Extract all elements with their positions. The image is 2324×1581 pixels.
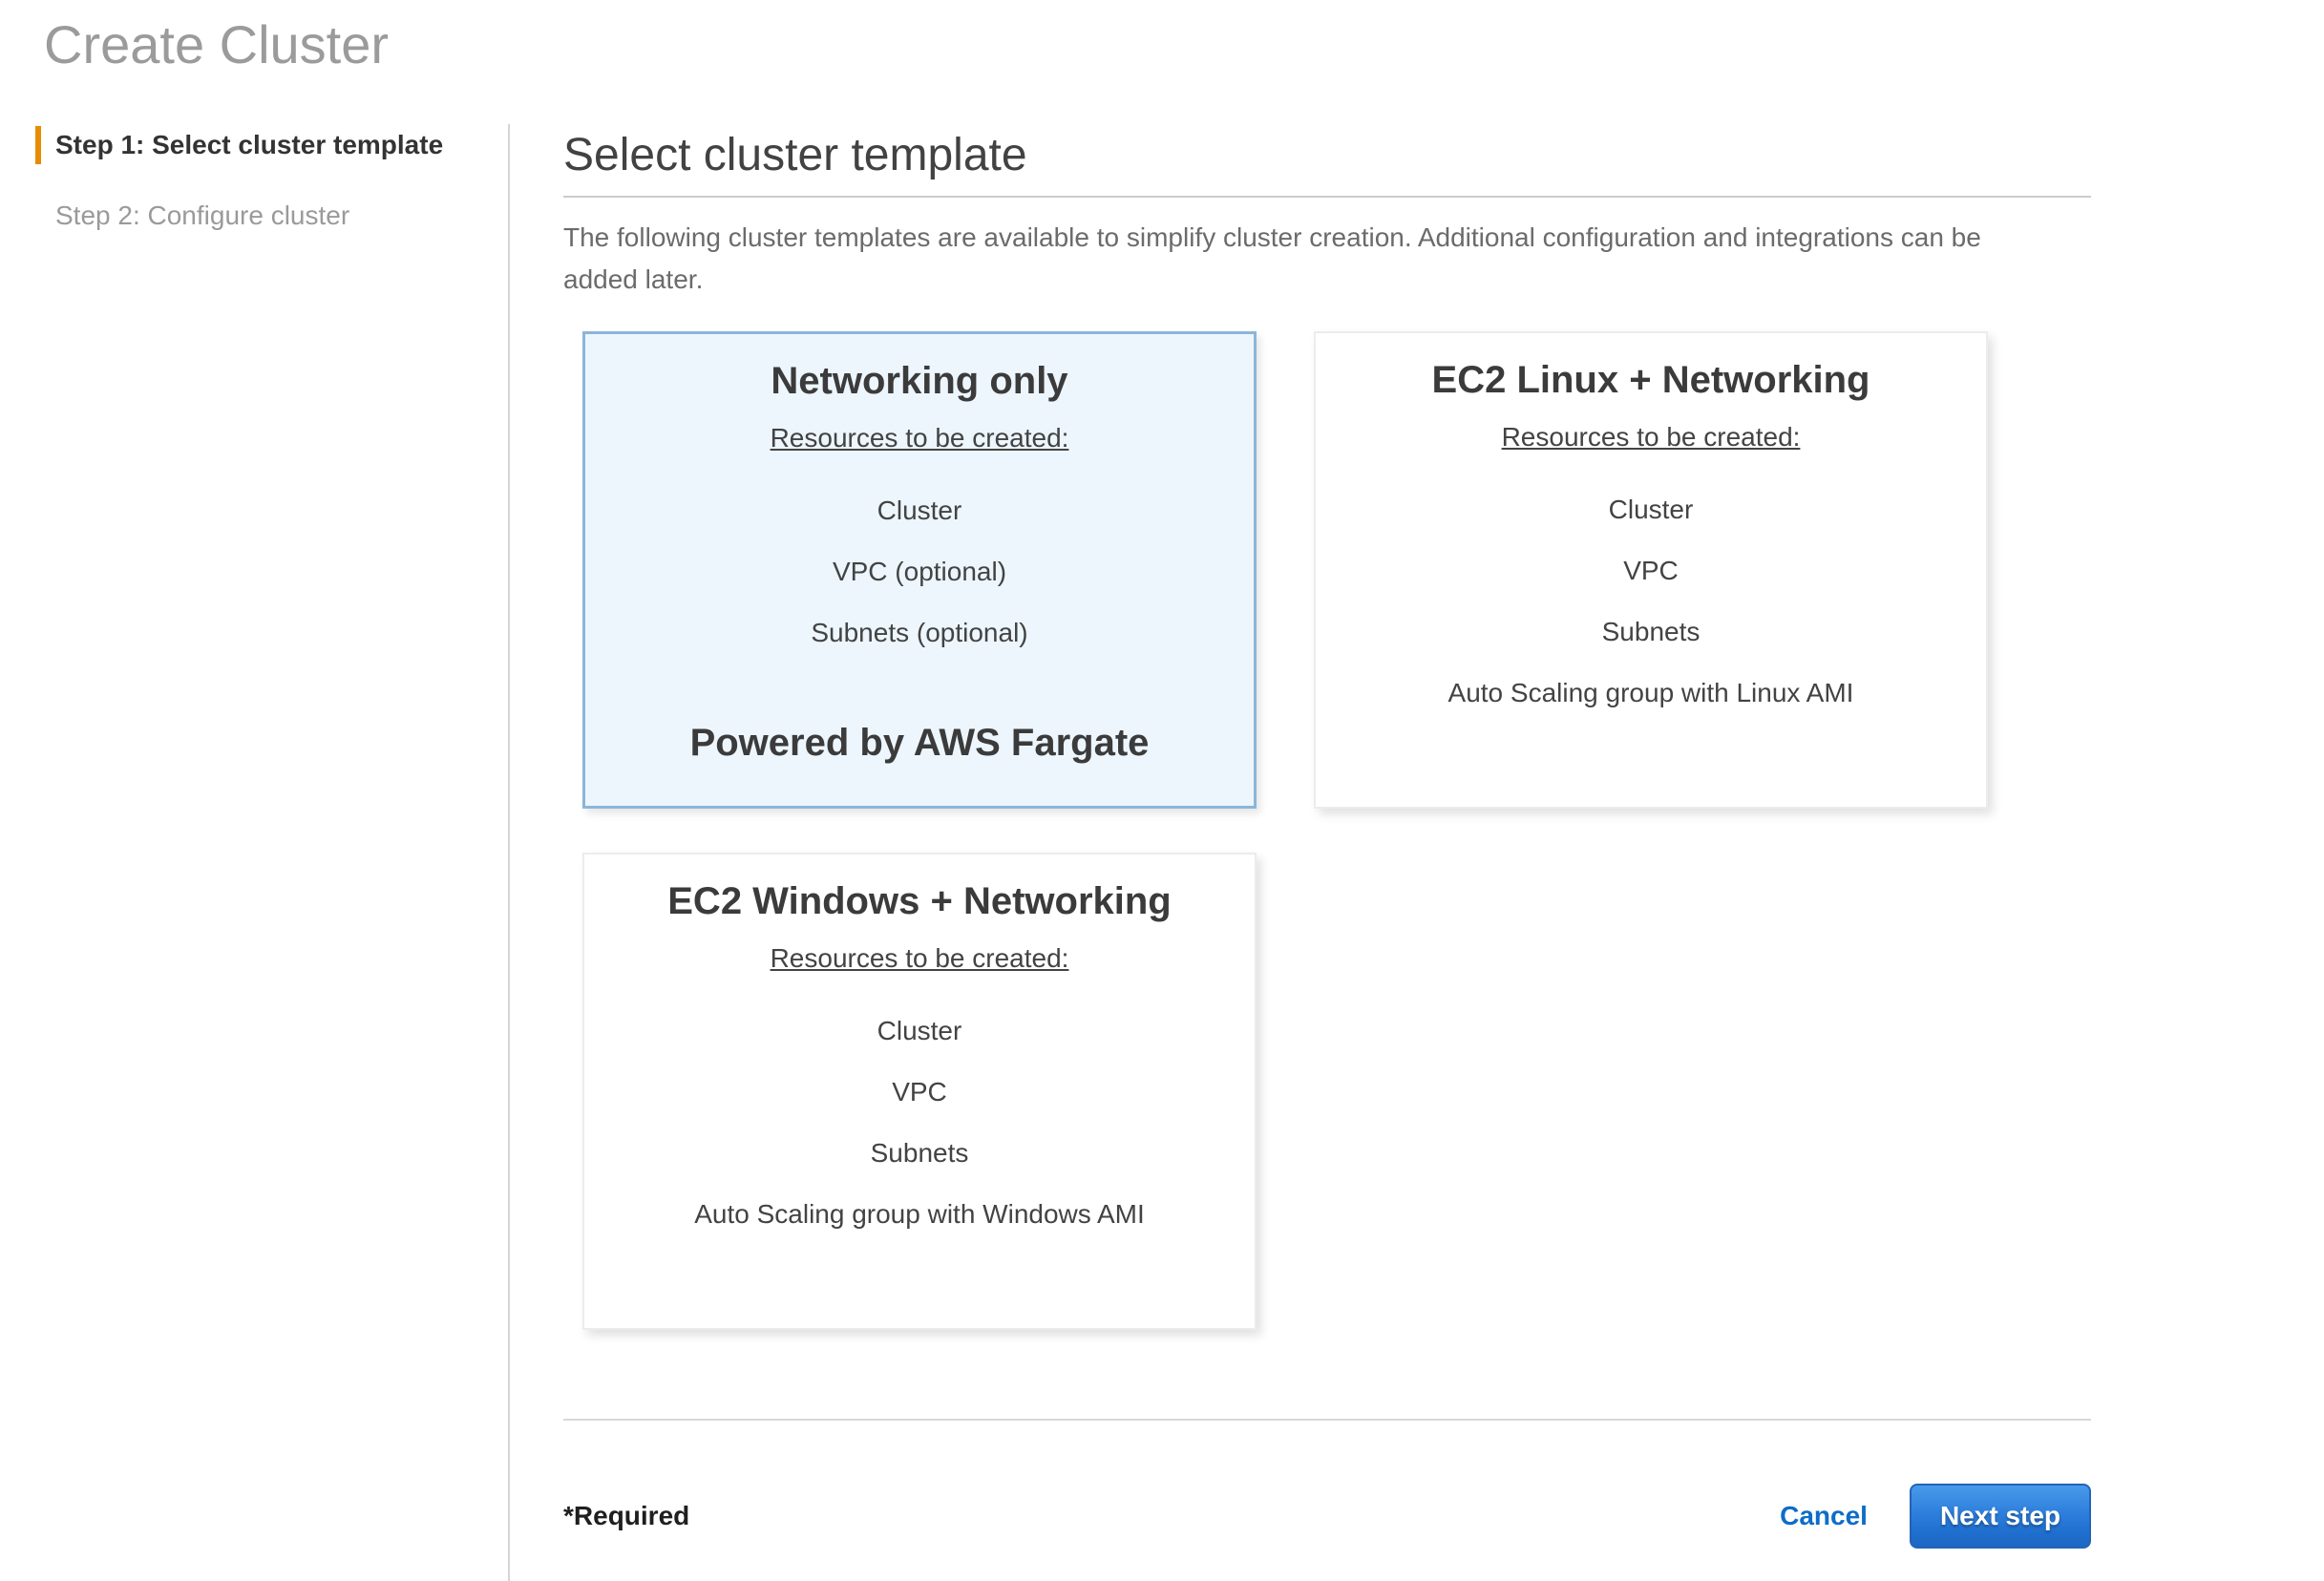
next-step-button[interactable]: Next step [1910,1484,2091,1549]
template-card-ec2-linux-networking[interactable]: EC2 Linux + Networking Resources to be c… [1314,331,1988,809]
card-resource-item: Subnets (optional) [811,613,1027,653]
card-resource-item: VPC [892,1072,947,1112]
card-resource-item: Auto Scaling group with Windows AMI [694,1194,1145,1234]
card-resource-item: Auto Scaling group with Linux AMI [1448,673,1854,713]
step-indicator-bar [35,197,41,235]
required-note: *Required [563,1501,689,1531]
card-title: EC2 Linux + Networking [1432,356,1870,404]
heading-divider [563,196,2091,198]
section-description: The following cluster templates are avai… [563,217,2059,301]
card-resource-item: Cluster [1609,490,1694,530]
card-resource-item: Cluster [877,491,962,531]
card-resources-label: Resources to be created: [771,938,1069,979]
page-title: Create Cluster [44,15,2324,74]
step-label: Step 2: Configure cluster [55,197,349,235]
card-resources-label: Resources to be created: [1502,417,1801,457]
card-resource-item: Subnets [871,1133,969,1173]
card-resource-item: VPC [1623,551,1679,591]
section-heading: Select cluster template [563,129,2091,182]
cluster-template-cards: Networking only Resources to be created:… [582,331,2091,1330]
wizard-layout: Step 1: Select cluster template Step 2: … [0,124,2324,1581]
step-2-configure-cluster: Step 2: Configure cluster [35,197,508,235]
card-resource-item: Cluster [877,1011,962,1051]
step-1-select-cluster-template[interactable]: Step 1: Select cluster template [35,126,508,164]
card-resource-item: VPC (optional) [833,552,1006,592]
footer-actions: *Required Cancel Next step [563,1484,2091,1549]
template-card-networking-only[interactable]: Networking only Resources to be created:… [582,331,1257,809]
step-label: Step 1: Select cluster template [55,126,443,164]
active-step-indicator-bar [35,126,41,164]
card-resource-item: Subnets [1602,612,1701,652]
cancel-link[interactable]: Cancel [1780,1501,1868,1531]
wizard-steps-sidebar: Step 1: Select cluster template Step 2: … [0,124,508,1581]
footer-divider [563,1419,2091,1421]
card-title: Networking only [771,357,1067,405]
main-content: Select cluster template The following cl… [508,124,2324,1581]
card-resources-label: Resources to be created: [771,418,1069,458]
card-footnote: Powered by AWS Fargate [690,720,1150,766]
page-header: Create Cluster [0,0,2324,124]
card-title: EC2 Windows + Networking [667,877,1171,925]
template-card-ec2-windows-networking[interactable]: EC2 Windows + Networking Resources to be… [582,853,1257,1330]
